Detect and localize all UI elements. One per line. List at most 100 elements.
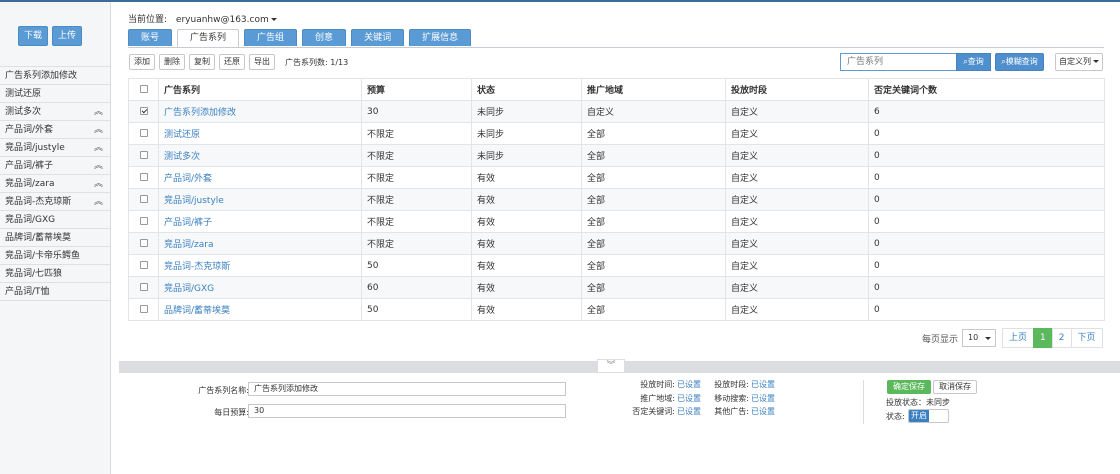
column-header-name[interactable]: 广告系列 [158,78,362,101]
table-row[interactable]: 产品词/裤子 不限定 有效 全部 自定义 0 [128,210,1105,233]
cell-name[interactable]: 产品词/外套 [158,166,362,189]
cell-status: 有效 [471,298,582,321]
daily-budget-input[interactable]: 30 [248,404,566,418]
setting-label: 投放时间: [640,380,675,389]
collapse-chevron-icon[interactable]: ︾ [597,359,625,373]
row-checkbox[interactable] [139,195,148,203]
sidebar-item[interactable]: 测试还原 [0,85,110,103]
row-checkbox-cell [128,166,159,189]
page-button-1[interactable]: 1 [1033,328,1053,348]
sidebar-item[interactable]: 产品词/外套 ︽ [0,121,110,139]
tab-5[interactable]: 扩展信息 [409,29,472,46]
tab-4[interactable]: 关键词 [351,29,405,46]
double-chevron-up-icon[interactable]: ︽ [94,193,103,211]
cell-name[interactable]: 竞品词-杰克琼斯 [158,254,362,277]
column-header-region[interactable]: 推广地域 [581,78,726,101]
column-header-budget[interactable]: 预算 [361,78,472,101]
row-checkbox[interactable] [139,107,148,115]
sidebar-item[interactable]: 竞品词/卡帝乐鳄鱼 [0,247,110,265]
cell-neg: 0 [868,166,1105,189]
cancel-save-button[interactable]: 取消保存 [933,380,977,394]
setting-link[interactable]: 已设置 [751,380,775,389]
cell-name[interactable]: 测试还原 [158,122,362,145]
table-row[interactable]: 测试多次 不限定 未同步 全部 自定义 0 [128,144,1105,167]
sidebar-item[interactable]: 测试多次 ︽ [0,103,110,121]
sidebar-item-label: 广告系列添加修改 [5,71,78,81]
row-checkbox[interactable] [139,261,148,269]
table-row[interactable]: 竞品词/justyle 不限定 有效 全部 自定义 0 [128,188,1105,211]
download-button[interactable]: 下载 [18,26,48,46]
campaign-name-input[interactable]: 广告系列添加修改 [248,382,566,396]
table-row[interactable]: 测试还原 不限定 未同步 全部 自定义 0 [128,122,1105,145]
cell-name[interactable]: 测试多次 [158,144,362,167]
double-chevron-up-icon[interactable]: ︽ [94,139,103,157]
cell-name[interactable]: 竞品词/GXG [158,276,362,299]
row-checkbox[interactable] [139,129,148,137]
double-chevron-up-icon[interactable]: ︽ [94,157,103,175]
setting-link[interactable]: 已设置 [751,394,775,403]
table-row[interactable]: 品牌词/蓄蒂埃莫 50 有效 全部 自定义 0 [128,298,1105,321]
cell-name[interactable]: 广告系列添加修改 [158,100,362,123]
setting-link[interactable]: 已设置 [677,380,701,389]
sidebar-item[interactable]: 竞品词-杰克琼斯 ︽ [0,193,110,211]
row-checkbox[interactable] [139,173,148,181]
cell-name[interactable]: 品牌词/蓄蒂埃莫 [158,298,362,321]
row-checkbox[interactable] [139,283,148,291]
state-label: 状态: [886,412,905,421]
select-all-checkbox[interactable] [139,85,148,93]
row-checkbox[interactable] [139,151,148,159]
add-button[interactable]: 添加 [129,54,155,70]
double-chevron-up-icon[interactable]: ︽ [94,175,103,193]
per-page-select[interactable]: 10 [962,329,997,347]
row-checkbox[interactable] [139,217,148,225]
sidebar-item[interactable]: 品牌词/蓄蒂埃莫 [0,229,110,247]
state-toggle[interactable]: 开启 [908,409,949,423]
confirm-save-button[interactable]: 确定保存 [887,380,931,394]
sidebar-item-label: 产品词/T恤 [5,287,50,297]
copy-button[interactable]: 复制 [189,54,215,70]
sidebar-item[interactable]: 竞品词/七匹狼 [0,265,110,283]
setting-link[interactable]: 已设置 [677,394,701,403]
sidebar-item[interactable]: 广告系列添加修改 [0,67,110,85]
cell-status: 有效 [471,210,582,233]
sidebar-item[interactable]: 产品词/裤子 ︽ [0,157,110,175]
prev-page-button[interactable]: 上页 [1002,328,1035,348]
cell-name[interactable]: 竞品词/justyle [158,188,362,211]
sidebar-item[interactable]: 产品词/T恤 [0,283,110,301]
column-header-status[interactable]: 状态 [471,78,582,101]
restore-button[interactable]: 还原 [219,54,245,70]
search-button[interactable]: ⌕查询 [956,53,991,71]
sidebar-item[interactable]: 竞品词/GXG [0,211,110,229]
tab-1[interactable]: 广告系列 [177,29,240,47]
sidebar-item[interactable]: 竞品词/zara ︽ [0,175,110,193]
double-chevron-up-icon[interactable]: ︽ [94,121,103,139]
column-header-negative-keywords[interactable]: 否定关键词个数 [868,78,1105,101]
setting-link[interactable]: 已设置 [677,407,701,416]
row-checkbox[interactable] [139,305,148,313]
table-row[interactable]: 广告系列添加修改 30 未同步 自定义 自定义 6 [128,100,1105,123]
cell-neg: 0 [868,276,1105,299]
fuzzy-search-button[interactable]: ⌕模糊查询 [995,53,1044,71]
page-button-2[interactable]: 2 [1051,328,1072,348]
column-header-schedule[interactable]: 投放时段 [725,78,869,101]
setting-link[interactable]: 已设置 [751,407,775,416]
double-chevron-up-icon[interactable]: ︽ [94,103,103,121]
delete-button[interactable]: 删除 [159,54,185,70]
cell-name[interactable]: 竞品词/zara [158,232,362,255]
next-page-button[interactable]: 下页 [1070,328,1103,348]
table-row[interactable]: 产品词/外套 不限定 有效 全部 自定义 0 [128,166,1105,189]
sidebar-item[interactable]: 竞品词/justyle ︽ [0,139,110,157]
tab-2[interactable]: 广告组 [244,29,298,46]
search-input[interactable] [840,53,956,71]
table-row[interactable]: 竞品词-杰克琼斯 50 有效 全部 自定义 0 [128,254,1105,277]
account-dropdown[interactable]: eryuanhw@163.com [176,15,277,25]
row-checkbox[interactable] [139,239,148,247]
table-row[interactable]: 竞品词/zara 不限定 有效 全部 自定义 0 [128,232,1105,255]
tab-0[interactable]: 账号 [128,29,173,46]
tab-3[interactable]: 创意 [302,29,347,46]
cell-name[interactable]: 产品词/裤子 [158,210,362,233]
custom-columns-button[interactable]: 自定义列 [1055,53,1103,71]
table-row[interactable]: 竞品词/GXG 60 有效 全部 自定义 0 [128,276,1105,299]
export-button[interactable]: 导出 [249,54,275,70]
upload-button[interactable]: 上传 [52,26,82,46]
